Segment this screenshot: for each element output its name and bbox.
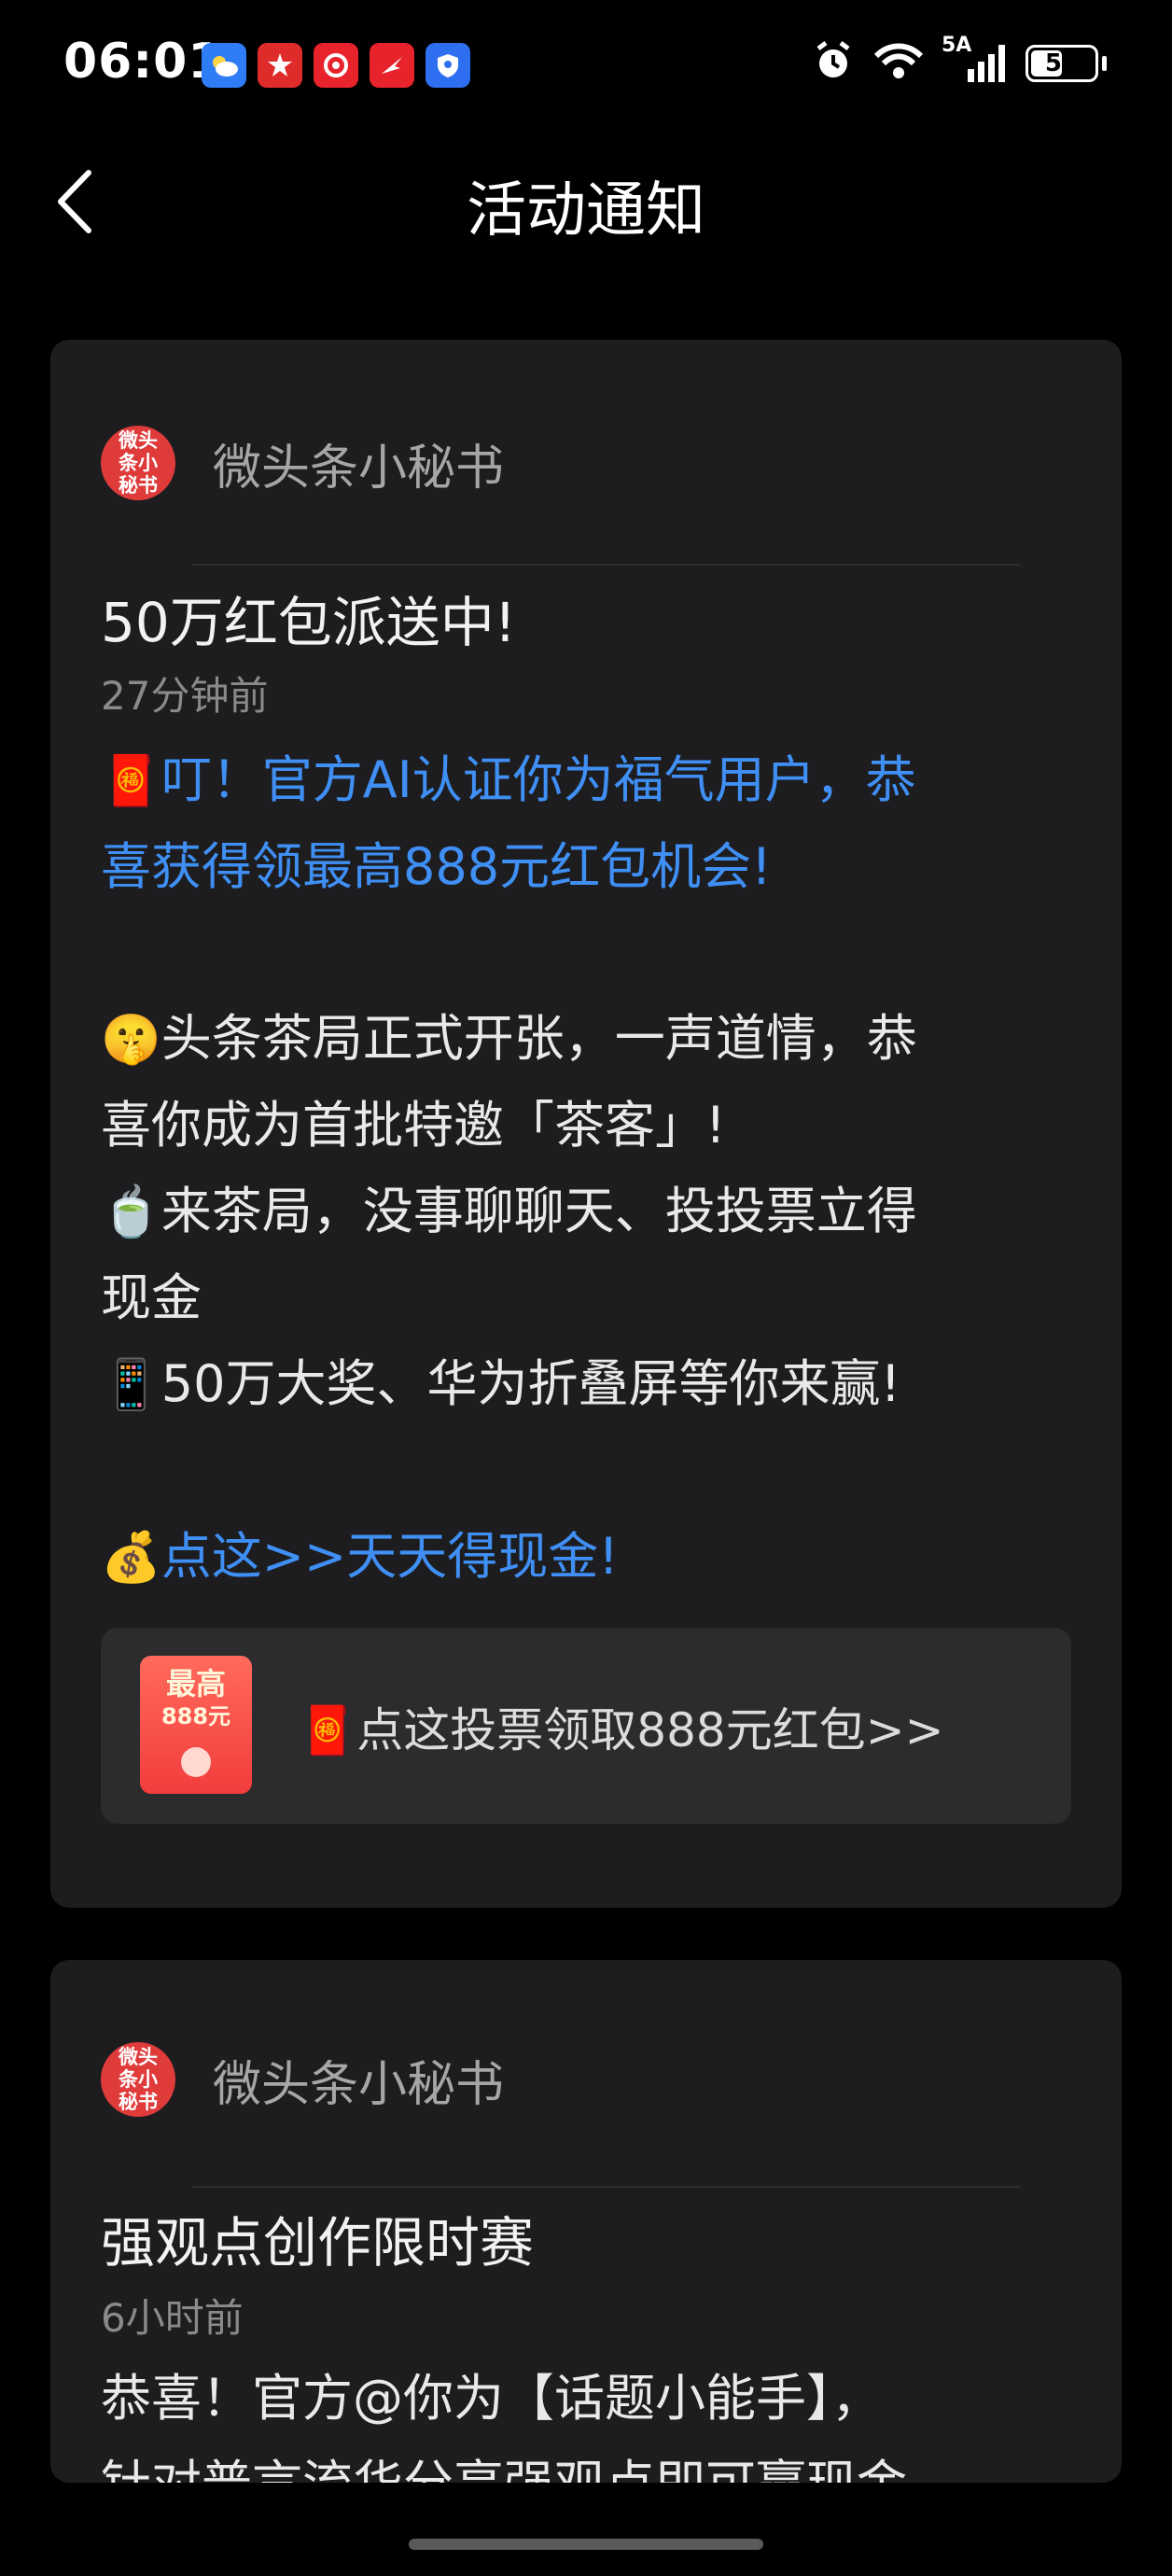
coin-icon	[181, 1747, 211, 1777]
body-text: 来茶局，没事聊聊天、投投票立得	[160, 1182, 917, 1240]
battery-cap	[1102, 56, 1107, 71]
body-line-link[interactable]: 喜获得领最高888元红包机会!	[101, 824, 1090, 910]
app-arrow-icon	[370, 43, 414, 88]
mobile-phone-icon: 📱	[101, 1357, 161, 1413]
status-indicators: 5A 50	[811, 34, 1107, 88]
message-title: 50万红包派送中!	[101, 591, 517, 654]
promo-label: 点这投票领取888元红包>>	[356, 1703, 944, 1757]
body-text: 喜获得领最高888元红包机会!	[101, 837, 772, 896]
sender-name[interactable]: 微头条小秘书	[213, 2045, 504, 2115]
sender-row[interactable]: 微头条小秘书 微头条小秘书	[101, 426, 504, 500]
red-envelope-icon: 🧧	[299, 1703, 357, 1757]
body-line: 🍵来茶局，没事聊聊天、投投票立得	[101, 1169, 1090, 1255]
status-time: 06:01	[63, 34, 223, 90]
body-text: 现金	[101, 1268, 202, 1327]
avatar[interactable]: 微头条小秘书	[101, 426, 175, 500]
thumb-text-line1: 最高	[165, 1666, 226, 1701]
battery-indicator: 50	[1026, 45, 1098, 82]
page-header: 活动通知	[0, 140, 1172, 261]
body-line: 恭喜！官方@你为【话题小能手】，	[101, 2356, 1090, 2442]
home-indicator[interactable]	[409, 2539, 763, 2550]
notification-card[interactable]: 微头条小秘书 微头条小秘书 50万红包派送中! 27分钟前 🧧叮！官方AI认证你…	[50, 340, 1122, 1908]
red-packet-thumbnail: 最高 888元	[140, 1656, 252, 1794]
status-app-icons	[202, 43, 470, 88]
body-text: 恭喜！官方@你为【话题小能手】，	[101, 2369, 882, 2428]
divider	[192, 564, 1021, 566]
body-text: 喜你成为首批特邀「茶客」!	[101, 1096, 726, 1155]
sender-name[interactable]: 微头条小秘书	[213, 428, 504, 498]
battery-level-text: 50	[1044, 49, 1080, 77]
body-text: 头条茶局正式开张，一声道情，恭	[160, 1009, 917, 1068]
wifi-icon	[872, 41, 925, 86]
tea-cup-icon: 🍵	[101, 1184, 161, 1240]
promo-text: 🧧点这投票领取888元红包>>	[299, 1693, 944, 1760]
notification-card[interactable]: 微头条小秘书 微头条小秘书 强观点创作限时赛 6小时前 恭喜！官方@你为【话题小…	[50, 1960, 1122, 2483]
weather-icon	[202, 43, 246, 88]
body-line-link[interactable]: 🧧叮！官方AI认证你为福气用户，恭	[101, 737, 1090, 824]
promo-card[interactable]: 最高 888元 🧧点这投票领取888元红包>>	[101, 1628, 1071, 1824]
status-bar: 06:01 5A 50	[0, 0, 1172, 131]
body-line: 针对普言流华分享强观点即可赢现金	[101, 2442, 1090, 2483]
message-title: 强观点创作限时赛	[101, 2211, 535, 2275]
thumb-text-line2: 888元	[160, 1703, 231, 1729]
money-bag-icon: 💰	[101, 1530, 161, 1586]
message-body: 🧧叮！官方AI认证你为福气用户，恭 喜获得领最高888元红包机会! 🤫头条茶局正…	[101, 737, 1090, 1601]
page-title: 活动通知	[467, 176, 705, 245]
message-body: 恭喜！官方@你为【话题小能手】， 针对普言流华分享强观点即可赢现金	[101, 2356, 1090, 2483]
app-red-star-icon	[258, 43, 302, 88]
body-line: 🤫头条茶局正式开张，一声道情，恭	[101, 996, 1090, 1083]
app-shield-icon	[426, 43, 470, 88]
cash-link[interactable]: 💰点这>>天天得现金!	[101, 1514, 1090, 1601]
red-envelope-icon: 🧧	[101, 753, 161, 809]
divider	[192, 2186, 1021, 2188]
message-time: 6小时前	[101, 2295, 244, 2341]
body-text: 叮！官方AI认证你为福气用户，恭	[160, 750, 916, 809]
message-time: 27分钟前	[101, 673, 269, 719]
body-line: 现金	[101, 1255, 1090, 1341]
avatar[interactable]: 微头条小秘书	[101, 2042, 175, 2117]
body-line: 📱50万大奖、华为折叠屏等你来赢!	[101, 1341, 1090, 1428]
app-news-icon	[314, 43, 358, 88]
body-text: 点这>>天天得现金!	[160, 1527, 619, 1586]
alarm-icon	[811, 39, 856, 88]
shush-face-icon: 🤫	[101, 1012, 161, 1068]
sender-row[interactable]: 微头条小秘书 微头条小秘书	[101, 2042, 504, 2117]
body-text: 50万大奖、华为折叠屏等你来赢!	[160, 1354, 901, 1413]
body-text: 针对普言流华分享强观点即可赢现金	[101, 2455, 907, 2483]
signal-icon: 5A	[942, 34, 1009, 86]
body-line: 喜你成为首批特邀「茶客」!	[101, 1083, 1090, 1169]
